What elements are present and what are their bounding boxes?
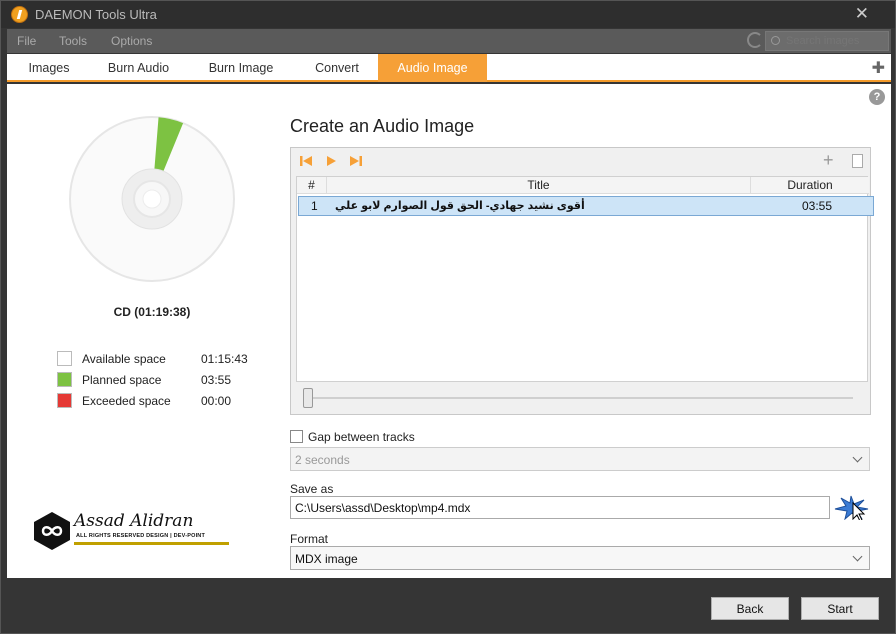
watermark-underline — [74, 542, 229, 545]
tracks-table: # Title Duration 1 أقوى نشيد جهادي- الحق… — [296, 176, 874, 382]
gap-label: Gap between tracks — [308, 430, 415, 444]
refresh-icon[interactable] — [747, 32, 763, 48]
save-as-input[interactable] — [290, 496, 830, 519]
footer-bar: Back Start — [7, 578, 891, 632]
add-track-icon[interactable]: + — [823, 151, 834, 169]
legend-value: 00:00 — [201, 394, 232, 408]
previous-track-icon[interactable] — [299, 154, 313, 168]
menu-bar: File Tools Options — [7, 29, 891, 53]
format-label: Format — [290, 532, 329, 546]
gap-select-value: 2 seconds — [295, 453, 350, 467]
watermark-name: Assad Alidran — [74, 511, 194, 531]
help-icon[interactable]: ? — [869, 89, 885, 105]
track-duration: 03:55 — [802, 199, 833, 213]
table-row[interactable]: 1 أقوى نشيد جهادي- الحق قول الصوارم لابو… — [298, 196, 874, 216]
tab-burn-image[interactable]: Burn Image — [186, 54, 296, 82]
disc-capacity-label: CD (01:19:38) — [113, 305, 191, 319]
seek-slider-track[interactable] — [303, 397, 853, 399]
daemon-logo-icon — [11, 6, 28, 23]
search-icon — [771, 36, 780, 45]
available-swatch — [57, 351, 72, 366]
tab-images[interactable]: Images — [7, 54, 91, 82]
next-track-icon[interactable] — [349, 154, 363, 168]
tab-audio-image[interactable]: Audio Image — [378, 54, 487, 82]
chevron-down-icon — [852, 551, 863, 562]
menu-tools[interactable]: Tools — [59, 34, 87, 48]
search-box[interactable] — [765, 31, 889, 51]
gap-select: 2 seconds — [290, 447, 870, 471]
exceeded-swatch — [57, 393, 72, 408]
watermark-rights: ALL RIGHTS RESERVED DESIGN | DEV-POINT — [76, 533, 206, 539]
save-as-label: Save as — [290, 482, 334, 496]
window-title: DAEMON Tools Ultra — [35, 7, 157, 22]
column-title[interactable]: Title — [327, 177, 751, 194]
tracks-panel: + # Title Duration 1 أقوى نشيد جهادي- ال… — [290, 147, 874, 415]
column-duration[interactable]: Duration — [751, 177, 869, 194]
legend-label: Available space — [82, 352, 166, 366]
watermark-logo: Assad Alidran ALL RIGHTS RESERVED DESIGN… — [32, 509, 232, 555]
legend-value: 01:15:43 — [201, 352, 248, 366]
page-title: Create an Audio Image — [290, 116, 475, 136]
search-input[interactable] — [786, 34, 886, 48]
browse-button[interactable] — [833, 495, 869, 520]
app-window: DAEMON Tools Ultra ✕ File Tools Options … — [0, 0, 896, 634]
chevron-down-icon — [852, 452, 863, 463]
disc-usage-chart — [69, 116, 235, 282]
title-bar: DAEMON Tools Ultra ✕ — [1, 1, 895, 28]
seek-slider-thumb[interactable] — [303, 388, 313, 408]
tab-convert[interactable]: Convert — [296, 54, 378, 82]
column-number[interactable]: # — [297, 177, 327, 194]
remove-track-icon[interactable] — [852, 154, 863, 168]
legend-label: Exceeded space — [82, 394, 171, 408]
disc-center-hole — [142, 189, 162, 209]
close-icon[interactable]: ✕ — [855, 4, 869, 24]
infinity-logo-icon — [34, 512, 70, 550]
play-icon[interactable] — [324, 154, 338, 168]
track-number: 1 — [311, 199, 318, 213]
tab-bar: Images Burn Audio Burn Image Convert Aud… — [7, 54, 891, 82]
track-title: أقوى نشيد جهادي- الحق قول الصوارم لابو ع… — [335, 200, 585, 212]
format-select-value: MDX image — [295, 552, 358, 566]
planned-swatch — [57, 372, 72, 387]
gap-checkbox[interactable] — [290, 430, 303, 443]
tab-burn-audio[interactable]: Burn Audio — [91, 54, 186, 82]
format-select[interactable]: MDX image — [290, 546, 870, 570]
add-tab-icon[interactable]: ✚ — [872, 58, 885, 78]
start-button[interactable]: Start — [801, 597, 879, 620]
legend-label: Planned space — [82, 373, 162, 387]
main-content: ? CD (01:19:38) Available space 01:15:43… — [7, 84, 891, 578]
menu-options[interactable]: Options — [111, 34, 152, 48]
back-button[interactable]: Back — [711, 597, 789, 620]
legend-value: 03:55 — [201, 373, 232, 387]
menu-file[interactable]: File — [17, 34, 36, 48]
